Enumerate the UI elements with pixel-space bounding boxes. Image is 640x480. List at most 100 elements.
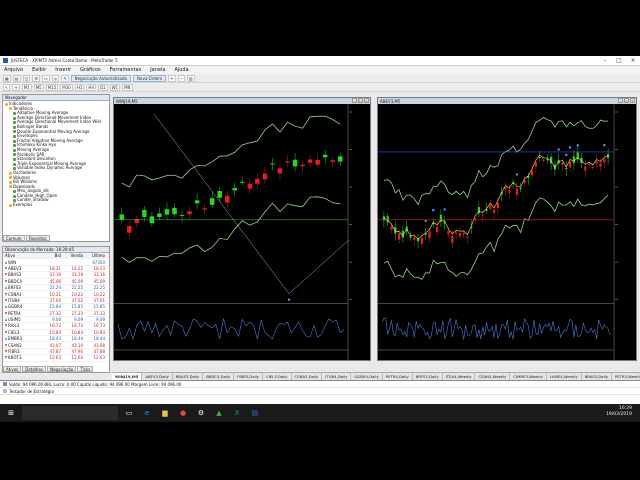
chart-1-maximize-icon[interactable]: □	[358, 98, 363, 103]
menu-insert[interactable]: Inserir	[55, 67, 71, 73]
chart-tab[interactable]: FIBR3,Daily	[234, 373, 264, 380]
tester-icon	[3, 389, 7, 393]
last-cell: 22.25	[93, 285, 105, 291]
watch-tab-symbols[interactable]: Ativos	[3, 366, 22, 372]
new-order-button[interactable]: Nova Ordem	[133, 74, 167, 82]
chrome-icon[interactable]: ●	[176, 406, 190, 420]
folder-icon	[9, 176, 12, 180]
market-watch-icon[interactable]: ◫	[22, 74, 31, 82]
candle-body	[202, 208, 207, 210]
metatrader-icon[interactable]: ▲	[212, 406, 226, 420]
zoom-in-icon[interactable]: +	[168, 74, 176, 82]
candle-body	[307, 159, 313, 163]
candle-body	[390, 226, 393, 230]
cursor-icon[interactable]: ↖	[3, 83, 11, 91]
chart-1-close-icon[interactable]: ×	[364, 98, 369, 103]
chart-1-minimize-icon[interactable]: –	[352, 98, 357, 103]
app-icon	[3, 58, 8, 63]
menu-window[interactable]: Janela	[150, 67, 165, 73]
explorer-icon[interactable]: ▆	[158, 406, 172, 420]
task-view-icon[interactable]: ▭	[122, 406, 136, 420]
chart-tab[interactable]: CIEL3,Daily	[263, 373, 292, 380]
candle-body	[119, 214, 125, 220]
windows-start-icon[interactable]: ⊞	[4, 406, 18, 420]
ask-cell: 37.02	[71, 297, 83, 303]
strategy-tester-label: Testador de Estratégia	[9, 388, 54, 394]
chart-tab[interactable]: PETR4,Daily	[383, 373, 413, 380]
fractal-marker	[515, 173, 519, 176]
tf-m5[interactable]: M5	[33, 83, 44, 91]
chart-2-maximize-icon[interactable]: □	[624, 98, 629, 103]
excel-icon[interactable]: X	[230, 406, 244, 420]
chart-tab[interactable]: PETR3,Weekly	[612, 373, 640, 380]
chart-tab[interactable]: CSNA3,Daily	[292, 373, 323, 380]
last-cell: 45.09	[93, 278, 105, 284]
chart-tab[interactable]: GGBR4,Daily	[351, 373, 383, 380]
candle-body	[435, 226, 439, 233]
watch-tab-ticks[interactable]: Ticks	[77, 366, 94, 372]
chart-2-canvas[interactable]	[378, 104, 636, 360]
chart-tab[interactable]: BBDC4,Daily	[203, 373, 235, 380]
new-chart-icon[interactable]: ▦	[3, 74, 11, 82]
menu-file[interactable]: Arquivo	[4, 67, 23, 73]
arrow-down-icon	[5, 330, 7, 334]
tf-m30[interactable]: M30	[60, 83, 73, 91]
maximize-icon[interactable]: □	[612, 57, 626, 64]
zoom-out-icon[interactable]: −	[177, 74, 185, 82]
close-icon[interactable]: ×	[626, 57, 640, 64]
tf-w1[interactable]: W1	[109, 83, 121, 91]
algo-trading-button[interactable]: Negociação Automatizada	[70, 74, 132, 82]
chart-tab[interactable]: ABEV3,Daily	[142, 373, 173, 380]
chart-tab[interactable]: LAME4,Weekly	[547, 373, 582, 380]
tf-h4[interactable]: H4	[86, 83, 96, 91]
menu-charts[interactable]: Gráficos	[80, 67, 101, 73]
crosshair-icon[interactable]: +	[12, 83, 20, 91]
navigator-tab-favorites[interactable]: Favoritos	[25, 235, 50, 241]
ask-cell: 15.85	[71, 304, 83, 310]
symbol-text: ABEV3	[8, 265, 22, 271]
editor-icon[interactable]: ✎	[61, 74, 69, 82]
chart-tab[interactable]: BRAS3,Daily	[582, 373, 612, 380]
tf-h1[interactable]: H1	[74, 83, 85, 91]
chart-tab[interactable]: CSAN3,Weekly	[475, 373, 511, 380]
navigator-icon[interactable]: ☰	[32, 74, 40, 82]
navigator-tab-common[interactable]: Comum	[3, 235, 25, 241]
tile-icon[interactable]: ▥	[186, 74, 195, 82]
menu-help[interactable]: Ajuda	[174, 67, 188, 73]
chart-1-canvas[interactable]	[114, 104, 370, 360]
settings-icon[interactable]: ⚙	[194, 406, 208, 420]
terminal-icon[interactable]: ▭	[41, 74, 50, 82]
watch-tab-details[interactable]: Detalhes	[22, 366, 47, 372]
chart-tab[interactable]: WINJ19,M5	[112, 373, 143, 380]
market-watch-row[interactable]: KROT3 12.63 12.64 12.63	[3, 355, 109, 362]
menu-tools[interactable]: Ferramentas	[110, 67, 142, 73]
tf-mn[interactable]: MN	[122, 83, 133, 91]
symbol-cell: CSAN3	[3, 343, 41, 348]
strategy-tester-line[interactable]: Testador de Estratégia	[0, 388, 640, 395]
chart-2-minimize-icon[interactable]: –	[618, 98, 623, 103]
navigator-item[interactable]: Exemplos	[5, 202, 107, 208]
minimize-icon[interactable]: –	[598, 57, 612, 64]
chart-tab[interactable]: ITSA4,Weekly	[443, 373, 476, 380]
taskbar-search[interactable]	[22, 406, 118, 420]
fractal-marker	[576, 144, 579, 147]
taskbar-clock[interactable]: 16:29 19/03/2019	[606, 406, 632, 418]
tf-m1[interactable]: M1	[21, 83, 32, 91]
tf-d1[interactable]: D1	[97, 83, 108, 91]
menu-view[interactable]: Exibir	[32, 67, 46, 73]
fractal-marker	[287, 298, 291, 301]
tf-m15[interactable]: M15	[45, 83, 59, 91]
word-icon[interactable]: ▤	[248, 406, 262, 420]
edge-icon[interactable]: e	[140, 406, 154, 420]
chart-tab[interactable]: BRFS3,Daily	[413, 373, 443, 380]
chart-tab[interactable]: BBAS3,Daily	[173, 373, 204, 380]
chart-tab[interactable]: CIMRE3,Weekly	[510, 373, 547, 380]
profiles-icon[interactable]: ▤	[12, 74, 21, 82]
chart-window-2[interactable]: ABEV3,M5 – □ ×	[377, 97, 637, 361]
chart-tab[interactable]: ITUB4,Daily	[322, 373, 352, 380]
tester-icon[interactable]: ◎	[51, 74, 60, 82]
candle-body	[330, 160, 335, 162]
chart-2-close-icon[interactable]: ×	[630, 98, 635, 103]
chart-window-1[interactable]: WINJ19,M5 – □ ×	[113, 97, 371, 361]
watch-tab-trading[interactable]: Negociação	[47, 366, 77, 372]
